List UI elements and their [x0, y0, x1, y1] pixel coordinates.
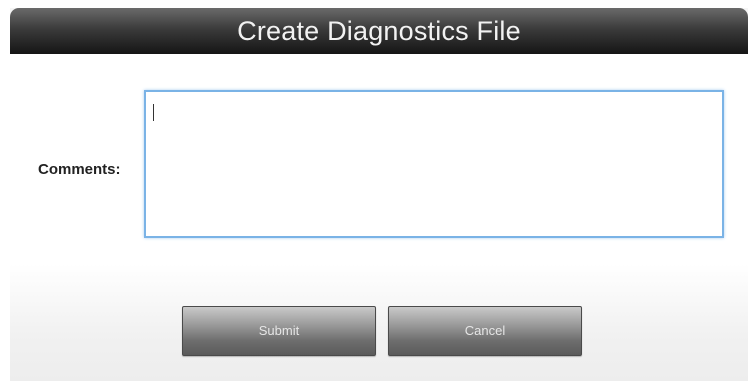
create-diagnostics-dialog: Create Diagnostics File Comments: Submit… — [10, 8, 748, 381]
text-cursor — [153, 104, 154, 121]
dialog-footer — [10, 264, 748, 381]
cancel-button[interactable]: Cancel — [388, 306, 582, 356]
comments-textarea[interactable] — [144, 90, 724, 238]
comments-label: Comments: — [38, 161, 121, 178]
dialog-title: Create Diagnostics File — [10, 8, 748, 54]
submit-button[interactable]: Submit — [182, 306, 376, 356]
